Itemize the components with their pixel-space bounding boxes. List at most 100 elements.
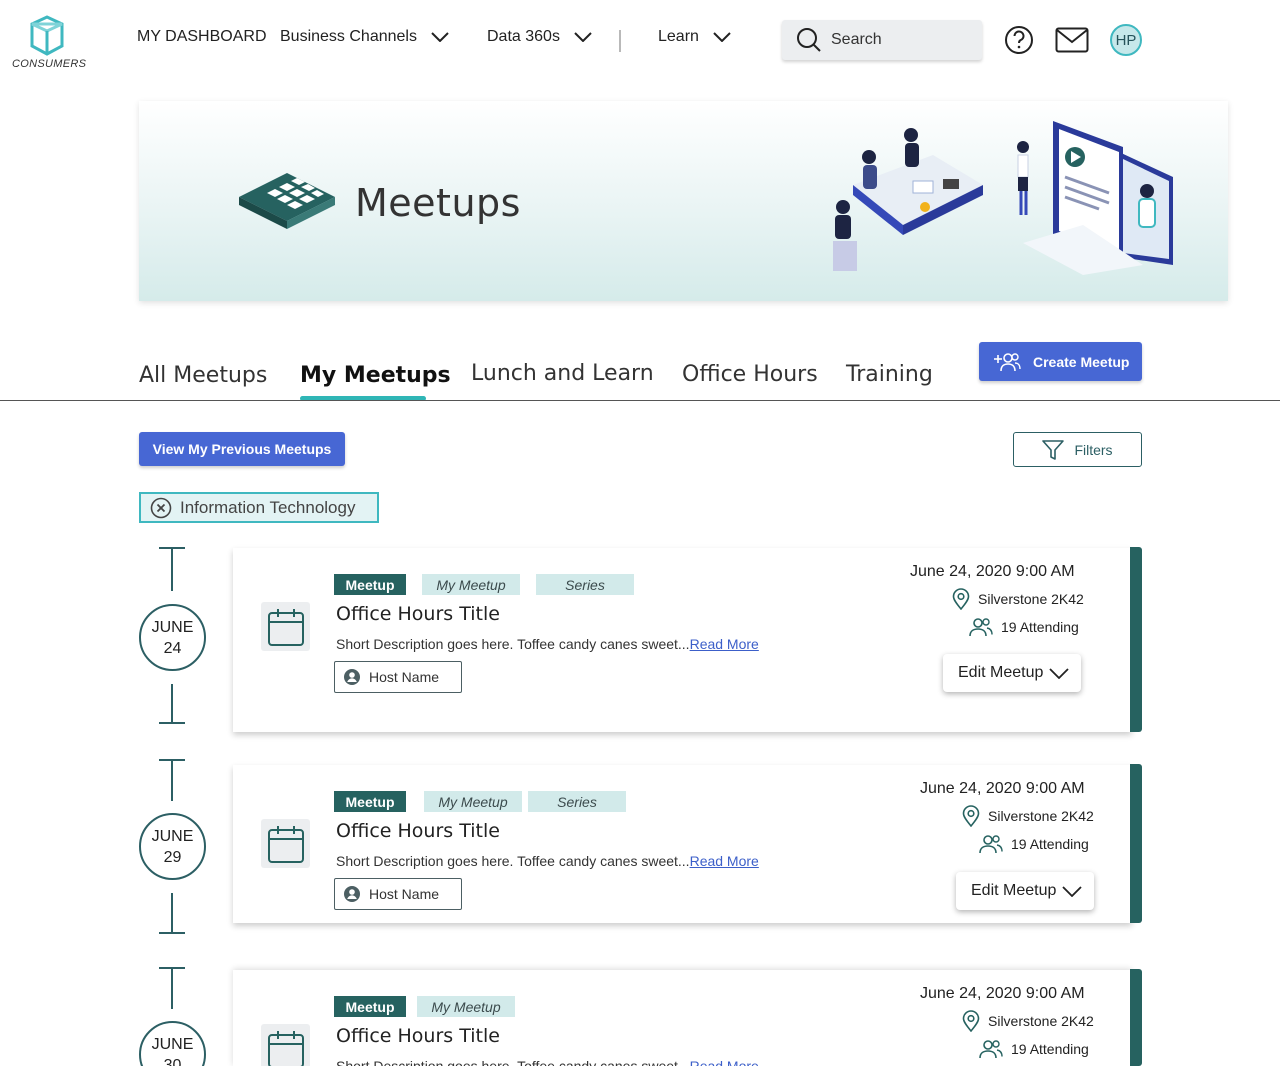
location-pin-icon <box>962 1010 980 1032</box>
help-icon[interactable] <box>1004 24 1034 56</box>
nav-label: Learn <box>658 28 699 45</box>
nav-label: Data 360s <box>487 28 560 45</box>
avatar-initials: HP <box>1115 31 1137 49</box>
host-name-chip[interactable]: Host Name <box>334 878 462 910</box>
card-accent-bar <box>1130 547 1142 732</box>
nav-business-channels[interactable]: Business Channels <box>280 28 449 46</box>
attendees-icon <box>979 835 1003 854</box>
tag-meetup: Meetup <box>334 791 406 812</box>
location-pin-icon <box>952 588 970 610</box>
host-name: Host Name <box>369 669 440 685</box>
read-more-link[interactable]: Read More <box>690 636 759 652</box>
filters-button[interactable]: Filters <box>1013 432 1142 467</box>
calendar-icon <box>267 825 304 863</box>
create-meetup-button[interactable]: Create Meetup <box>979 342 1142 381</box>
tag-my-meetup: My Meetup <box>422 574 520 595</box>
timeline-bar <box>171 547 173 591</box>
nav-learn[interactable]: Learn <box>658 28 731 46</box>
timeline-bar <box>171 893 173 933</box>
timeline-month: JUNE <box>151 827 194 845</box>
location-text: Silverstone 2K42 <box>988 808 1094 824</box>
timeline-month: JUNE <box>151 1035 194 1053</box>
remove-filter-icon[interactable] <box>150 497 172 519</box>
read-more-link[interactable]: Read More <box>690 1058 759 1066</box>
timeline-day: 30 <box>163 1056 182 1066</box>
nav-label: MY DASHBOARD <box>137 28 267 45</box>
nav-my-dashboard[interactable]: MY DASHBOARD <box>137 28 267 46</box>
chevron-down-icon <box>431 32 449 42</box>
view-previous-meetups-button[interactable]: View My Previous Meetups <box>139 432 345 466</box>
location-pin-icon <box>962 805 980 827</box>
card-accent-bar <box>1130 764 1142 923</box>
meetup-attendance: 19 Attending <box>979 834 1089 854</box>
meetup-description: Short Description goes here. Toffee cand… <box>336 1058 759 1066</box>
nav-data-360s[interactable]: Data 360s <box>487 28 592 46</box>
tab-all-meetups[interactable]: All Meetups <box>139 363 267 388</box>
meetup-title: Office Hours Title <box>336 1025 500 1047</box>
search-input[interactable]: Search <box>782 20 982 60</box>
meetup-card[interactable]: Meetup My Meetup Office Hours Title Shor… <box>233 970 1132 1066</box>
tab-my-meetups[interactable]: My Meetups <box>300 363 451 388</box>
add-users-icon <box>994 352 1021 371</box>
edit-meetup-button[interactable]: Edit Meetup <box>943 654 1081 692</box>
meetup-attendance: 19 Attending <box>969 617 1079 637</box>
filters-label: Filters <box>1074 441 1113 458</box>
chevron-down-icon <box>1062 885 1083 897</box>
attending-text: 19 Attending <box>1011 1041 1089 1057</box>
description-text: Short Description goes here. Toffee cand… <box>336 1058 690 1066</box>
nav-label: Business Channels <box>280 28 417 45</box>
attending-text: 19 Attending <box>1001 619 1079 635</box>
meetup-title: Office Hours Title <box>336 820 500 842</box>
meetup-title: Office Hours Title <box>336 603 500 625</box>
tabs-divider <box>0 400 1280 401</box>
timeline-day: 29 <box>163 848 182 866</box>
meetup-datetime: June 24, 2020 9:00 AM <box>920 780 1085 797</box>
meetup-location: Silverstone 2K42 <box>952 588 1084 610</box>
timeline-cap <box>159 722 185 724</box>
meetup-card[interactable]: Meetup My Meetup Series Office Hours Tit… <box>233 548 1132 732</box>
timeline-date-badge: JUNE 30 <box>139 1021 206 1066</box>
timeline-bar <box>171 967 173 1009</box>
tab-training[interactable]: Training <box>846 362 933 387</box>
meetup-card[interactable]: Meetup My Meetup Series Office Hours Tit… <box>233 765 1132 923</box>
calendar-icon <box>267 608 304 646</box>
calendar-icon-box <box>261 1024 310 1066</box>
meetup-attendance: 19 Attending <box>979 1039 1089 1059</box>
tag-series: Series <box>536 574 634 595</box>
consumers-logo-icon <box>30 15 64 56</box>
tag-series: Series <box>528 791 626 812</box>
user-icon <box>344 669 360 685</box>
brand-logo[interactable]: CONSUMERS <box>12 14 86 72</box>
filter-icon <box>1042 439 1065 460</box>
calendar-icon <box>267 1030 304 1066</box>
attending-text: 19 Attending <box>1011 836 1089 852</box>
meetup-description: Short Description goes here. Toffee cand… <box>336 853 759 869</box>
tag-meetup: Meetup <box>334 574 406 595</box>
timeline-date-badge: JUNE 24 <box>139 604 206 671</box>
meetup-location: Silverstone 2K42 <box>962 805 1094 827</box>
host-name-chip[interactable]: Host Name <box>334 661 462 693</box>
read-more-link[interactable]: Read More <box>690 853 759 869</box>
host-name: Host Name <box>369 886 440 902</box>
timeline-bar <box>171 759 173 801</box>
page-title: Meetups <box>355 181 521 225</box>
location-text: Silverstone 2K42 <box>988 1013 1094 1029</box>
create-meetup-label: Create Meetup <box>1033 353 1130 370</box>
user-icon <box>344 886 360 902</box>
user-avatar[interactable]: HP <box>1110 24 1142 56</box>
tag-my-meetup: My Meetup <box>417 996 515 1017</box>
timeline-date-badge: JUNE 29 <box>139 813 206 880</box>
mail-icon[interactable] <box>1055 27 1089 53</box>
tag-meetup: Meetup <box>334 996 406 1017</box>
edit-meetup-label: Edit Meetup <box>958 664 1044 681</box>
timeline-cap <box>159 932 185 934</box>
timeline-month: JUNE <box>151 618 194 636</box>
location-text: Silverstone 2K42 <box>978 591 1084 607</box>
active-filter-label: Information Technology <box>180 497 356 517</box>
meetup-datetime: June 24, 2020 9:00 AM <box>910 563 1075 580</box>
tab-office-hours[interactable]: Office Hours <box>682 362 818 387</box>
tab-lunch-and-learn[interactable]: Lunch and Learn <box>471 361 654 386</box>
meetups-banner: Meetups <box>139 101 1228 301</box>
search-placeholder: Search <box>831 31 882 48</box>
edit-meetup-button[interactable]: Edit Meetup <box>956 872 1094 910</box>
